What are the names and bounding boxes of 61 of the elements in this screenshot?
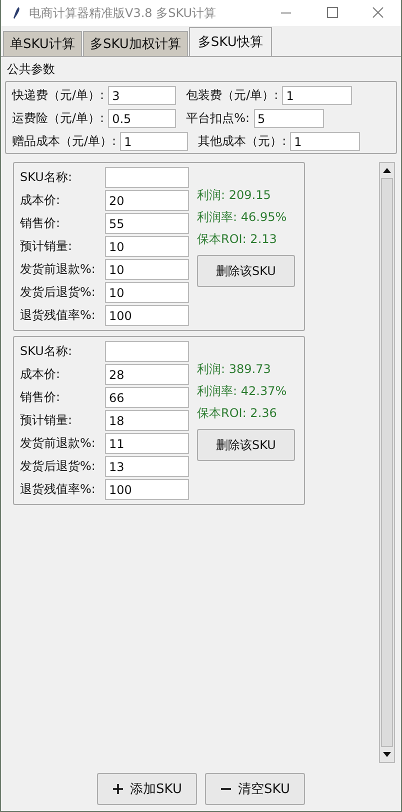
- input-field[interactable]: 11: [105, 433, 189, 454]
- scroll-up-icon[interactable]: [382, 166, 392, 175]
- field-label: 退货残值率%:: [20, 307, 96, 324]
- input-field[interactable]: 10: [105, 259, 189, 280]
- field-label: 运费险（元/单）:: [12, 110, 104, 127]
- input-field[interactable]: 1: [290, 132, 360, 151]
- result-text: 保本ROI: 2.13: [197, 231, 278, 247]
- input-field[interactable]: 1: [282, 86, 352, 105]
- field-label: 销售价:: [20, 389, 62, 406]
- input-field[interactable]: 28: [105, 364, 189, 385]
- delete-button[interactable]: 删除该SKU: [197, 255, 295, 287]
- input-field[interactable]: [105, 167, 189, 188]
- input-field[interactable]: 5: [254, 109, 324, 128]
- field-label: 预计销量:: [20, 412, 74, 429]
- tab[interactable]: 多SKU快算: [188, 27, 272, 56]
- delete-button[interactable]: 删除该SKU: [197, 429, 295, 461]
- result-text: 利润: 389.73: [197, 361, 272, 377]
- plus-icon: [112, 783, 124, 795]
- tab[interactable]: 多SKU加权计算: [82, 31, 188, 56]
- input-field[interactable]: 1: [120, 132, 188, 151]
- tab[interactable]: 单SKU计算: [3, 31, 82, 56]
- feather-icon: [11, 6, 21, 20]
- input-field[interactable]: 0.5: [108, 109, 176, 128]
- field-label: 销售价:: [20, 215, 62, 232]
- input-field[interactable]: [105, 341, 189, 362]
- add-button[interactable]: 添加SKU: [97, 773, 197, 805]
- window-title: 电商计算器精准版V3.8 多SKU计算: [29, 4, 218, 22]
- input-field[interactable]: 3: [108, 86, 176, 105]
- input-field[interactable]: 100: [105, 479, 189, 500]
- field-label: 退货残值率%:: [20, 481, 96, 498]
- input-field[interactable]: 55: [105, 213, 189, 234]
- field-label: 其他成本（元）:: [198, 133, 286, 150]
- clear-button[interactable]: 清空SKU: [205, 773, 305, 805]
- result-text: 利润: 209.15: [197, 187, 272, 203]
- field-label: 发货后退货%:: [20, 458, 96, 475]
- result-text: 利润率: 46.95%: [197, 209, 288, 225]
- field-label: SKU名称:: [20, 169, 73, 186]
- field-label: 赠品成本（元/单）:: [12, 133, 116, 150]
- field-label: 预计销量:: [20, 238, 74, 255]
- input-field[interactable]: 66: [105, 387, 189, 408]
- input-field[interactable]: 13: [105, 456, 189, 477]
- input-field[interactable]: 20: [105, 190, 189, 211]
- field-label: 快递费（元/单）:: [12, 87, 104, 104]
- field-label: 平台扣点%:: [186, 110, 250, 127]
- field-label: 发货前退款%:: [20, 435, 96, 452]
- result-text: 保本ROI: 2.36: [197, 405, 278, 421]
- scrollbar[interactable]: [379, 162, 395, 763]
- field-label: 发货后退货%:: [20, 284, 96, 301]
- field-label: 成本价:: [20, 192, 62, 209]
- field-label: 发货前退款%:: [20, 261, 96, 278]
- field-label: 包装费（元/单）:: [186, 87, 278, 104]
- scroll-thumb[interactable]: [381, 178, 393, 747]
- input-field[interactable]: 100: [105, 305, 189, 326]
- scroll-down-icon[interactable]: [382, 750, 392, 759]
- section-title: 公共参数: [6, 61, 56, 78]
- input-field[interactable]: 10: [105, 282, 189, 303]
- field-label: 成本价:: [20, 366, 62, 383]
- input-field[interactable]: 10: [105, 236, 189, 257]
- result-text: 利润率: 42.37%: [197, 383, 288, 399]
- input-field[interactable]: 18: [105, 410, 189, 431]
- field-label: SKU名称:: [20, 343, 73, 360]
